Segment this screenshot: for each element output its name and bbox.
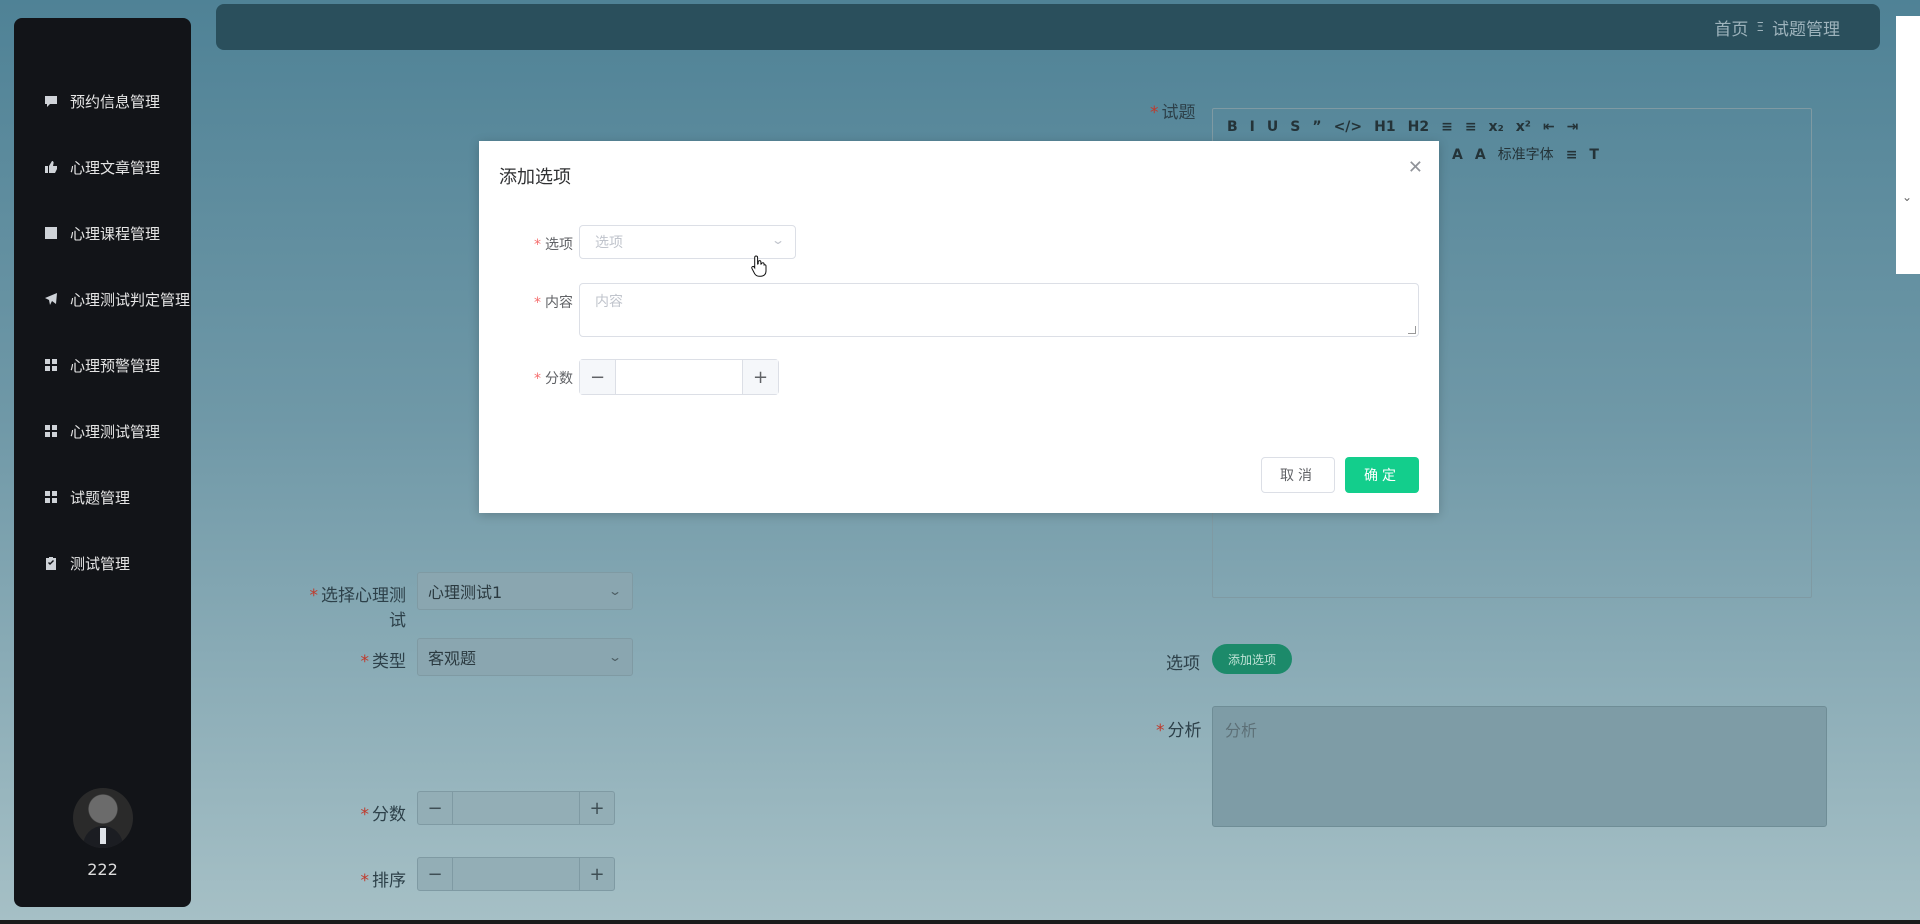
breadcrumb-home[interactable]: 首页 [1714, 15, 1748, 40]
grid-icon [44, 424, 58, 438]
content-placeholder: 内容 [595, 294, 623, 310]
type-label: * 类型 [360, 652, 407, 672]
sidebar-item-tests[interactable]: 心理测试管理 [44, 420, 191, 442]
italic-icon[interactable]: I [1250, 119, 1255, 135]
minus-icon[interactable]: − [418, 792, 452, 824]
sidebar-item-test-manage[interactable]: 测试管理 [44, 552, 191, 574]
option-label: * 选项 [534, 237, 573, 253]
sidebar-item-courses[interactable]: 心理课程管理 [44, 222, 191, 244]
sidebar-item-test-judgement[interactable]: 心理测试判定管理 [44, 288, 191, 310]
chevron-down-icon: ⌄ [770, 233, 786, 247]
sidebar-item-label: 心理测试判定管理 [70, 290, 191, 309]
confirm-button[interactable]: 确定 [1345, 457, 1419, 493]
score-input[interactable] [616, 360, 742, 394]
sort-label: * 排序 [360, 871, 407, 891]
clear-format-icon[interactable]: T [1589, 147, 1599, 163]
type-select-value: 客观题 [428, 649, 477, 668]
sidebar-item-label: 测试管理 [70, 554, 131, 573]
bullet-list-icon[interactable]: ≡ [1465, 119, 1477, 135]
indent-right-icon[interactable]: ⇥ [1567, 119, 1579, 135]
breadcrumb-separator: Ξ [1756, 20, 1764, 34]
grid-icon [44, 490, 58, 504]
breadcrumb-current: 试题管理 [1772, 19, 1840, 40]
superscript-icon[interactable]: x² [1516, 119, 1531, 135]
ordered-list-icon[interactable]: ≡ [1441, 119, 1453, 135]
bg-color-icon[interactable]: A [1475, 147, 1486, 163]
question-label: * 试题 [1150, 103, 1196, 123]
clipboard-icon [44, 556, 58, 570]
cancel-button[interactable]: 取消 [1261, 457, 1335, 493]
subscript-icon[interactable]: x₂ [1489, 119, 1504, 135]
taskbar-strip [0, 920, 1920, 924]
option-placeholder: 选项 [595, 235, 623, 251]
side-panel: ⌄ [1896, 16, 1920, 274]
type-select[interactable]: 客观题 ⌄ [417, 638, 633, 676]
code-icon[interactable]: </> [1334, 119, 1363, 135]
close-icon[interactable]: ✕ [1408, 157, 1423, 178]
analysis-label: * 分析 [1156, 721, 1202, 741]
sidebar-item-label: 心理预警管理 [70, 356, 161, 375]
thumb-icon [44, 160, 58, 174]
sidebar-item-questions[interactable]: 试题管理 [44, 486, 191, 508]
h1-icon[interactable]: H1 [1374, 119, 1395, 135]
sidebar: 预约信息管理 心理文章管理 心理课程管理 心理测试判定管理 心理预警管理 心理测… [14, 18, 191, 907]
content-textarea[interactable]: 内容 [579, 283, 1419, 337]
top-header: 首页 Ξ 试题管理 [216, 4, 1880, 50]
bold-icon[interactable]: B [1227, 119, 1238, 135]
editor-toolbar-row2: A A 标准字体 ≡ T [1452, 144, 1611, 164]
add-option-dialog: 添加选项 ✕ * 选项 选项 ⌄ * 内容 内容 * 分数 − + 取消 确定 [479, 141, 1439, 513]
analysis-textarea[interactable]: 分析 [1212, 706, 1827, 827]
font-color-icon[interactable]: A [1452, 147, 1463, 163]
sidebar-item-warning[interactable]: 心理预警管理 [44, 354, 191, 376]
plus-icon[interactable]: + [742, 360, 778, 394]
score-label: * 分数 [534, 371, 573, 387]
chevron-down-icon: ⌄ [607, 650, 623, 664]
test-select-value: 心理测试1 [428, 583, 503, 602]
align-icon[interactable]: ≡ [1566, 147, 1578, 163]
dialog-title: 添加选项 [499, 167, 571, 188]
add-option-button[interactable]: 添加选项 [1212, 644, 1292, 674]
minus-icon[interactable]: − [580, 360, 616, 394]
minus-icon[interactable]: − [418, 858, 452, 890]
chart-icon [44, 226, 58, 240]
options-label: 选项 [1166, 654, 1200, 674]
sidebar-item-label: 预约信息管理 [70, 92, 161, 111]
sidebar-item-label: 心理课程管理 [70, 224, 161, 243]
h2-icon[interactable]: H2 [1408, 119, 1429, 135]
content-label: * 内容 [534, 295, 573, 311]
sidebar-item-label: 试题管理 [70, 488, 131, 507]
sidebar-item-label: 心理测试管理 [70, 422, 161, 441]
grid-icon [44, 358, 58, 372]
send-icon [44, 292, 58, 306]
plus-icon[interactable]: + [580, 858, 614, 890]
sidebar-item-label: 心理文章管理 [70, 158, 161, 177]
chevron-down-icon: ⌄ [607, 584, 623, 598]
hand-cursor-icon [751, 255, 767, 277]
quote-icon[interactable]: ” [1312, 119, 1321, 135]
avatar[interactable] [73, 788, 133, 848]
resize-handle-icon[interactable] [1408, 326, 1416, 334]
font-select[interactable]: 标准字体 [1498, 144, 1554, 164]
plus-icon[interactable]: + [580, 792, 614, 824]
sidebar-item-appointment[interactable]: 预约信息管理 [44, 90, 191, 112]
test-select[interactable]: 心理测试1 ⌄ [417, 572, 633, 610]
score-label: * 分数 [360, 805, 407, 825]
sidebar-item-articles[interactable]: 心理文章管理 [44, 156, 191, 178]
chevron-down-icon[interactable]: ⌄ [1902, 190, 1912, 204]
score-stepper[interactable]: − + [579, 359, 779, 395]
score-stepper[interactable]: − + [417, 791, 615, 825]
test-select-label: * 选择心理测试 [309, 586, 407, 631]
underline-icon[interactable]: U [1267, 119, 1278, 135]
comment-icon [44, 94, 58, 108]
editor-toolbar: B I U S ” </> H1 H2 ≡ ≡ x₂ x² ⇤ ⇥ [1227, 119, 1590, 135]
sort-stepper[interactable]: − + [417, 857, 615, 891]
strike-icon[interactable]: S [1290, 119, 1300, 135]
indent-left-icon[interactable]: ⇤ [1543, 119, 1555, 135]
username: 222 [87, 860, 118, 879]
